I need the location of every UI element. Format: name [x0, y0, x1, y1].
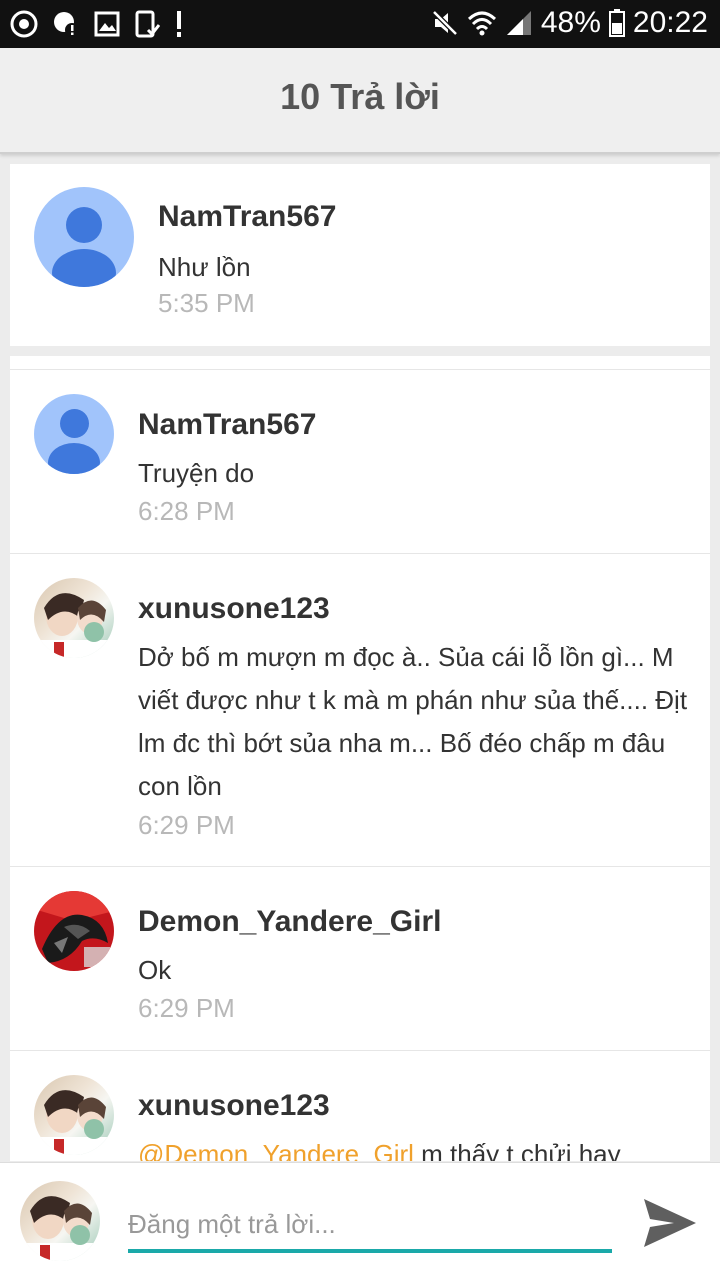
reply-item: xunusone123 @Demon_Yandere_Girl m thấy t… [10, 1050, 710, 1161]
reply-time: 6:29 PM [138, 993, 235, 1023]
reply-username[interactable]: NamTran567 [138, 408, 316, 442]
clock: 20:22 [632, 6, 708, 39]
current-user-avatar[interactable] [20, 1181, 100, 1261]
app-bar: 10 Trả lời [0, 48, 720, 154]
comment-text: Như lồn [158, 252, 251, 282]
reply-time: 6:29 PM [138, 810, 235, 840]
comment-time: 5:35 PM [158, 288, 255, 318]
replies-list: NamTran567 Truyện do 6:28 PM xunusone123… [10, 356, 710, 1161]
phone-check-icon [134, 10, 160, 38]
original-comment: NamTran567 Như lồn 5:35 PM [10, 164, 710, 346]
default-avatar-icon[interactable] [34, 187, 134, 287]
page-title: 10 Trả lời [280, 76, 440, 117]
reply-text-body: m thấy t chửi hay [413, 1139, 621, 1161]
alert-icon [174, 10, 184, 38]
image-icon [94, 11, 120, 37]
reply-username[interactable]: xunusone123 [138, 592, 330, 626]
anime-avatar[interactable] [34, 891, 114, 971]
photo-avatar[interactable] [34, 1075, 114, 1155]
send-icon [644, 1199, 696, 1247]
photo-avatar[interactable] [34, 578, 114, 658]
reply-item: Demon_Yandere_Girl Ok 6:29 PM [10, 866, 710, 1051]
signal-icon [505, 9, 533, 37]
send-button[interactable] [640, 1193, 700, 1253]
wifi-icon [467, 9, 497, 37]
reply-text: Dở bố m mượn m đọc à.. Sủa cái lỗ lồn gì… [138, 642, 688, 801]
reply-time: 6:28 PM [138, 496, 235, 526]
mute-icon [431, 9, 459, 37]
reply-text: Truyện do [138, 458, 255, 488]
battery-icon [608, 9, 625, 37]
chat-alert-icon [52, 10, 80, 38]
reply-item: NamTran567 Truyện do 6:28 PM [10, 369, 710, 554]
default-avatar-icon[interactable] [34, 394, 114, 474]
reply-composer [0, 1162, 720, 1281]
reply-text: @Demon_Yandere_Girl m thấy t chửi hay [138, 1133, 621, 1161]
battery-percent: 48% [540, 6, 601, 39]
status-bar: 48% 20:22 [0, 0, 720, 48]
reply-username[interactable]: xunusone123 [138, 1089, 330, 1123]
camera-aperture-icon [10, 10, 38, 38]
reply-text: Ok [138, 955, 172, 985]
reply-username[interactable]: Demon_Yandere_Girl [138, 905, 441, 939]
reply-input[interactable] [128, 1199, 612, 1253]
reply-item: xunusone123 Dở bố m mượn m đọc à.. Sủa c… [10, 553, 710, 867]
mention-link[interactable]: @Demon_Yandere_Girl [138, 1139, 414, 1161]
comment-username[interactable]: NamTran567 [158, 200, 336, 234]
